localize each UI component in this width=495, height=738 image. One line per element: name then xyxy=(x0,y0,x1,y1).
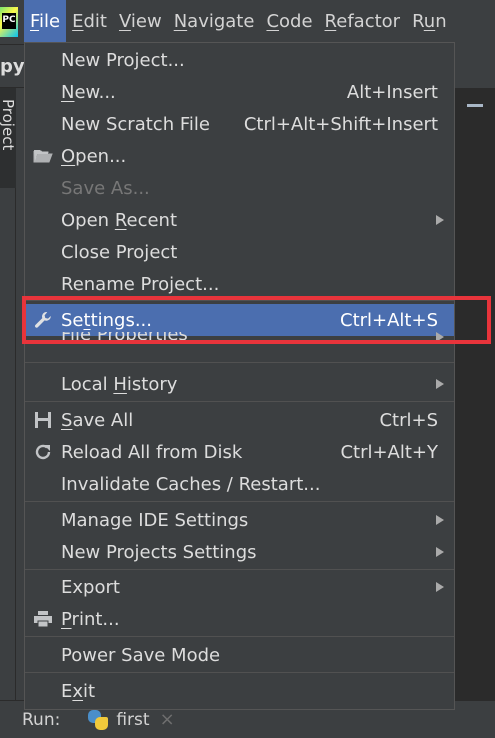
menu-item-reload-all[interactable]: Reload All from Disk Ctrl+Alt+Y xyxy=(25,436,454,468)
submenu-arrow-icon xyxy=(436,582,444,592)
menu-item-open[interactable]: Open... xyxy=(25,140,454,172)
folder-icon xyxy=(25,140,61,172)
submenu-arrow-icon xyxy=(436,379,444,389)
menu-item-manage-ide-settings[interactable]: Manage IDE Settings xyxy=(25,504,454,536)
python-icon xyxy=(88,709,109,730)
menu-separator xyxy=(25,501,454,502)
menu-item-new-scratch-file[interactable]: New Scratch File Ctrl+Alt+Shift+Insert xyxy=(25,108,454,140)
menu-item-new-projects-settings[interactable]: New Projects Settings xyxy=(25,536,454,568)
project-tool-tab[interactable]: Project xyxy=(0,88,17,188)
menu-item-close-project[interactable]: Close Project xyxy=(25,236,454,268)
menu-run[interactable]: Run xyxy=(406,0,453,44)
menu-item-power-save-mode[interactable]: Power Save Mode xyxy=(25,639,454,671)
menu-item-save-all[interactable]: Save All Ctrl+S xyxy=(25,404,454,436)
menu-code[interactable]: Code xyxy=(260,0,318,44)
run-label: Run: xyxy=(22,709,61,730)
minimize-icon[interactable] xyxy=(467,104,483,107)
submenu-arrow-icon xyxy=(436,547,444,557)
menu-item-file-properties[interactable]: File Properties xyxy=(25,332,454,350)
menu-separator xyxy=(25,569,454,570)
menu-item-new-project[interactable]: New Project... xyxy=(25,44,454,76)
menu-separator xyxy=(25,636,454,637)
close-icon[interactable]: × xyxy=(160,709,175,730)
editor-area xyxy=(455,88,495,700)
menu-item-print[interactable]: Print... xyxy=(25,603,454,635)
menu-item-export[interactable]: Export xyxy=(25,571,454,603)
menu-file[interactable]: File xyxy=(24,0,67,44)
submenu-arrow-icon xyxy=(436,215,444,225)
refresh-icon xyxy=(25,436,61,468)
menu-item-open-recent[interactable]: Open Recent xyxy=(25,204,454,236)
menu-item-local-history[interactable]: Local History xyxy=(25,368,454,400)
menu-item-new[interactable]: New... Alt+Insert xyxy=(25,76,454,108)
menu-item-invalidate-caches[interactable]: Invalidate Caches / Restart... xyxy=(25,468,454,500)
ide-window: File Edit View Navigate Code Refactor Ru… xyxy=(0,0,495,738)
menu-edit[interactable]: Edit xyxy=(66,0,113,44)
menu-separator xyxy=(25,401,454,402)
pycharm-logo-icon xyxy=(0,7,18,37)
menu-separator xyxy=(25,362,454,363)
file-menu-dropdown: New Project... New... Alt+Insert New Scr… xyxy=(24,42,455,710)
menu-view[interactable]: View xyxy=(113,0,168,44)
save-disk-icon xyxy=(25,404,61,436)
menu-item-exit[interactable]: Exit xyxy=(25,675,454,707)
submenu-arrow-icon xyxy=(436,515,444,525)
run-config-tab[interactable]: first xyxy=(116,710,149,730)
menu-item-rename-project[interactable]: Rename Project... xyxy=(25,268,454,300)
menu-refactor[interactable]: Refactor xyxy=(319,0,407,44)
printer-icon xyxy=(25,603,61,635)
menu-item-save-as: Save As... xyxy=(61,177,150,199)
menu-separator xyxy=(25,300,454,301)
submenu-arrow-icon xyxy=(436,332,444,342)
menu-navigate[interactable]: Navigate xyxy=(168,0,261,44)
menu-bar: File Edit View Navigate Code Refactor Ru… xyxy=(0,0,495,44)
menu-separator xyxy=(25,672,454,673)
